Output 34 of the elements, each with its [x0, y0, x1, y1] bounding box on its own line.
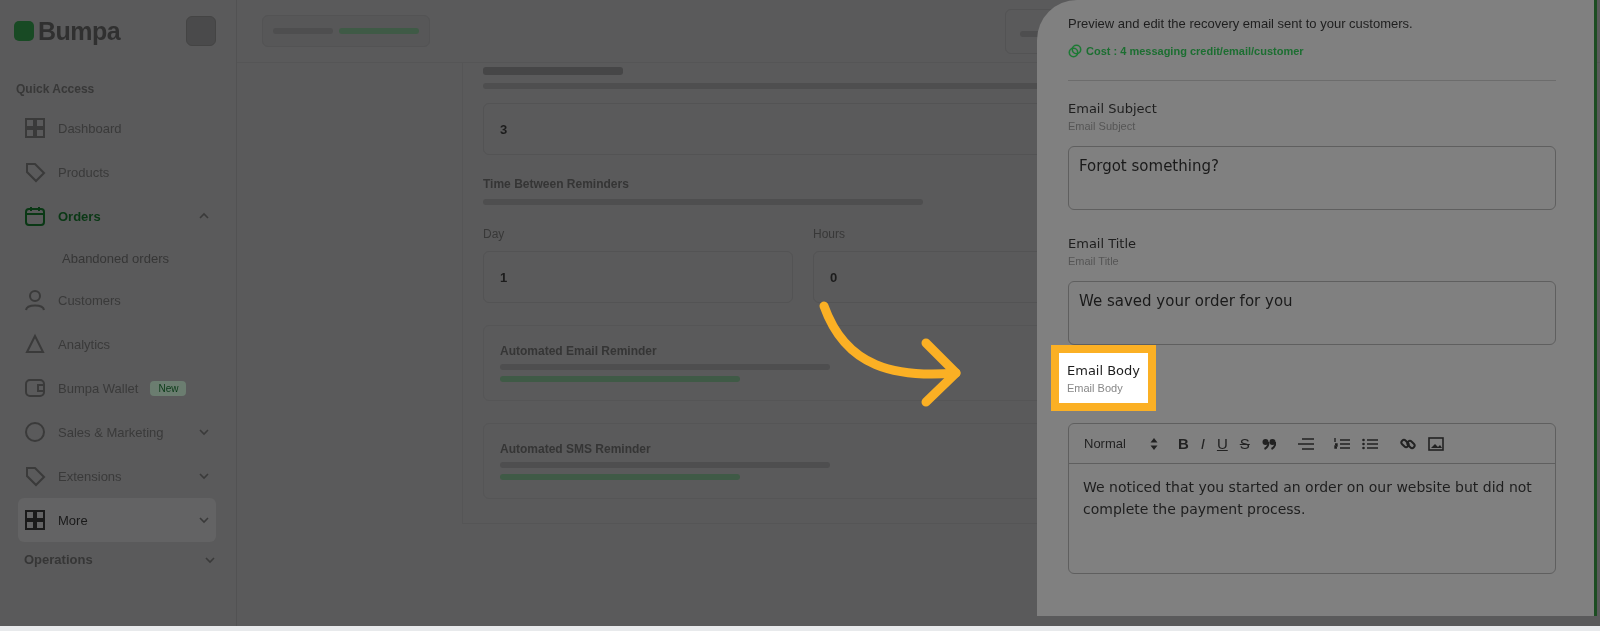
- text-field[interactable]: We saved your order for you: [1068, 281, 1556, 345]
- person-icon: [24, 289, 46, 311]
- wallet-icon: [24, 377, 46, 399]
- logo-icon: [14, 21, 34, 41]
- format-button[interactable]: S: [1239, 435, 1250, 452]
- align-icon[interactable]: [1297, 437, 1314, 450]
- rich-text-editor[interactable]: Normal B I U S We noticed that you started an order on our website but did not complete the payment process.: [1068, 423, 1556, 574]
- field-hint: Email Body: [1067, 382, 1124, 394]
- format-button[interactable]: I: [1200, 435, 1205, 452]
- coins-icon: [1068, 44, 1082, 58]
- format-button[interactable]: U: [1216, 435, 1228, 452]
- bullet-list-icon[interactable]: [1361, 436, 1378, 451]
- chart-icon: [24, 333, 46, 355]
- calendar-icon: [24, 205, 46, 227]
- grid-icon: [24, 117, 46, 139]
- circle-icon: [24, 421, 46, 443]
- panel-subtitle: Preview and edit the recovery email sent to your customers.: [1068, 16, 1414, 31]
- quote-icon[interactable]: [1261, 437, 1276, 450]
- tag-icon: [24, 161, 46, 183]
- updown-icon: [1149, 437, 1158, 450]
- number-field[interactable]: 1: [483, 251, 793, 303]
- cost-text: Cost : 4 messaging credit/email/customer: [1086, 45, 1304, 57]
- grid-icon: [24, 509, 46, 531]
- numbered-list-icon[interactable]: [1333, 436, 1350, 451]
- format-button[interactable]: B: [1177, 435, 1189, 452]
- new-badge: New: [150, 380, 187, 396]
- item-label: More: [58, 512, 88, 528]
- sidebar-item[interactable]: More: [18, 498, 216, 542]
- item-label: Orders: [58, 208, 101, 224]
- text-field[interactable]: Forgot something?: [1068, 146, 1556, 210]
- field-label: Email Title: [1068, 236, 1137, 251]
- sidebar-item[interactable]: Orders: [18, 194, 216, 238]
- image-icon[interactable]: [1427, 436, 1444, 451]
- tag-icon: [24, 465, 46, 487]
